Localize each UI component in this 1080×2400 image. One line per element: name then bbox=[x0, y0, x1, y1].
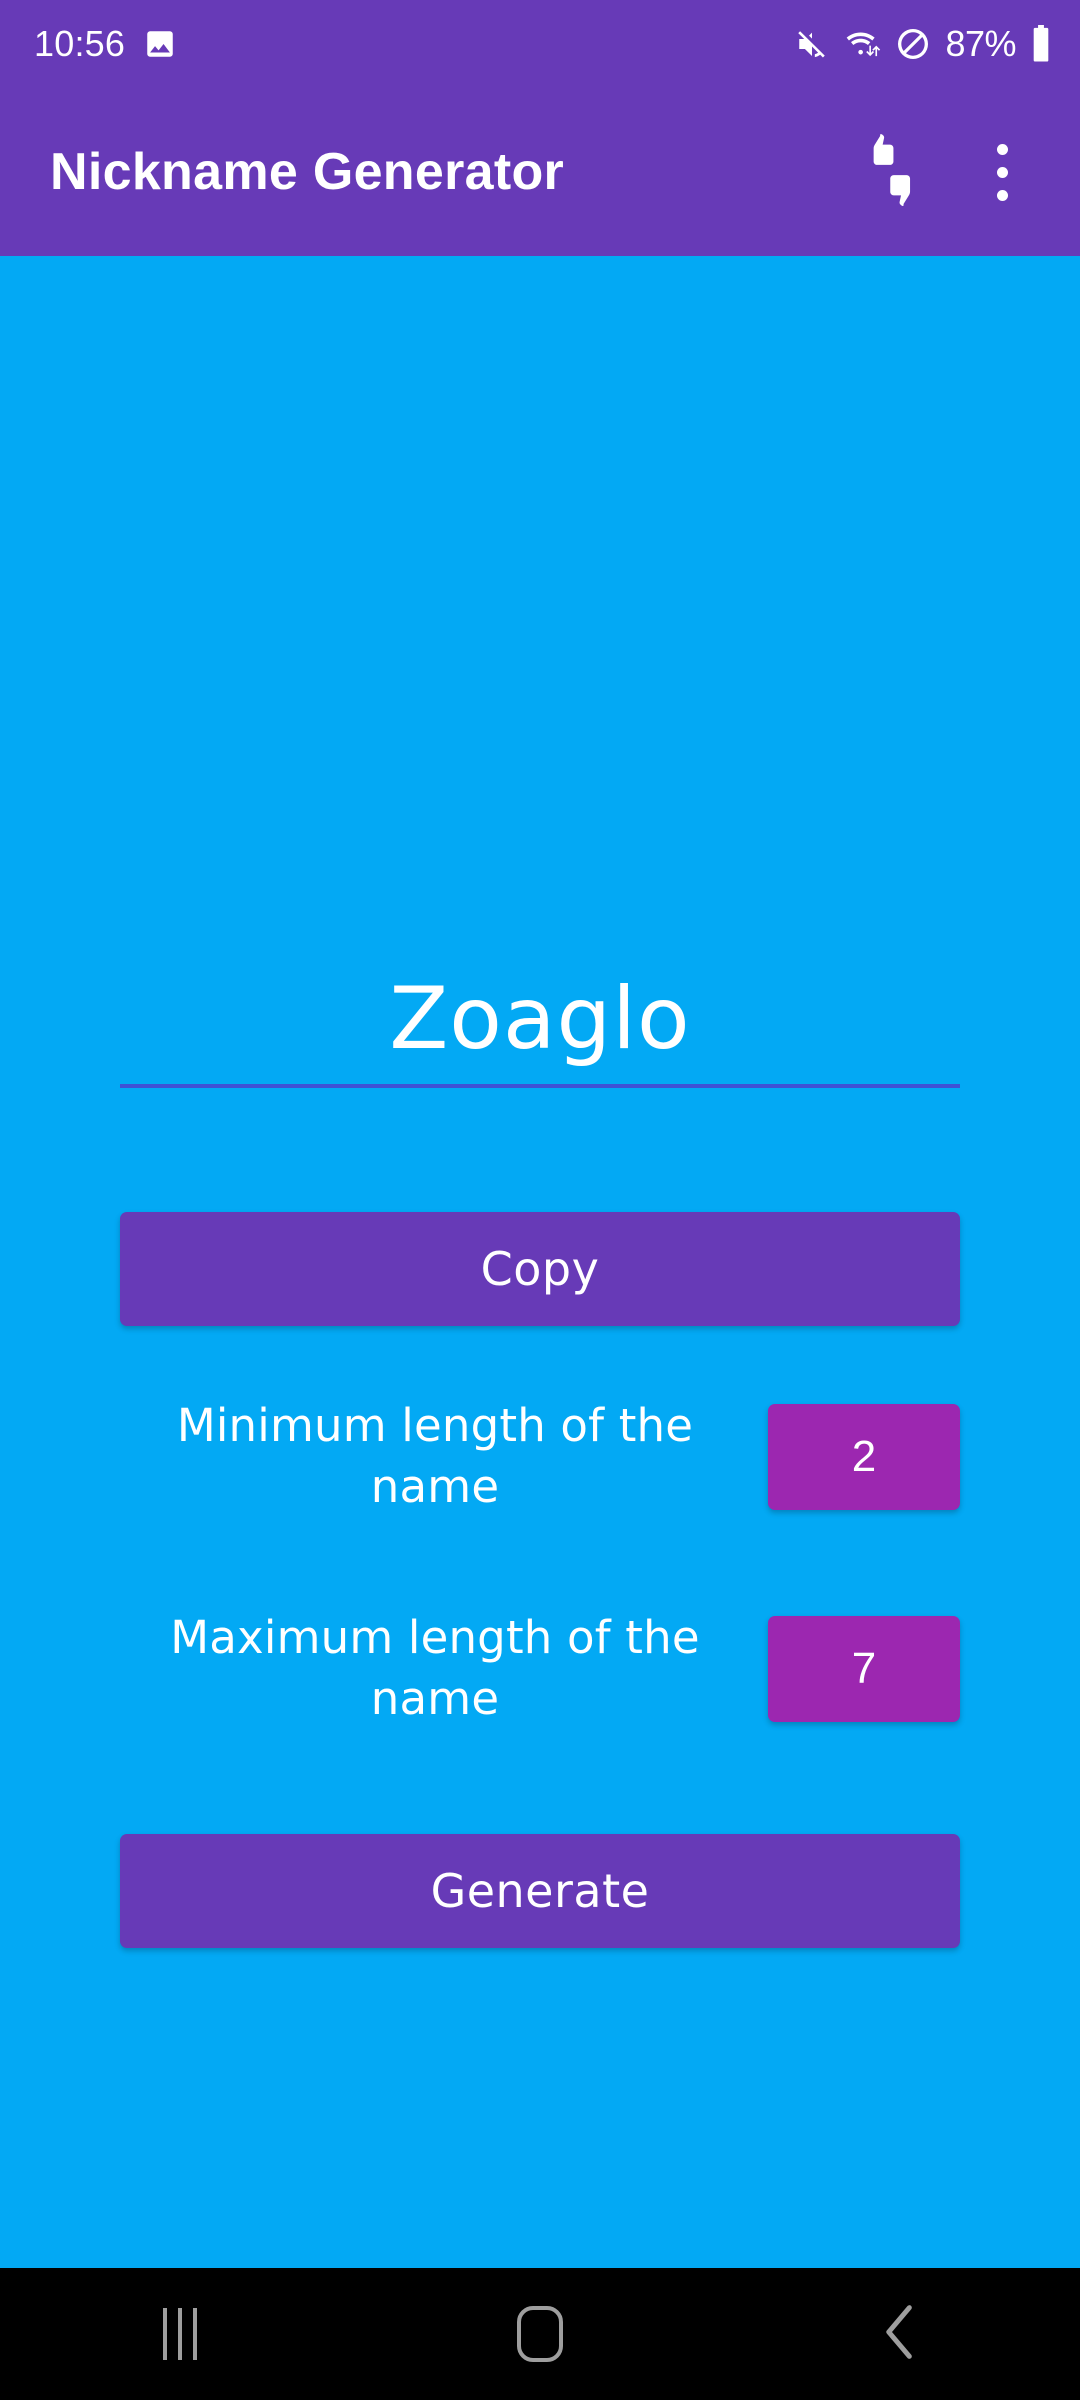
wifi-data-icon bbox=[843, 27, 881, 61]
status-clock: 10:56 bbox=[34, 23, 126, 64]
copy-button[interactable]: Copy bbox=[120, 1212, 960, 1326]
status-bar-left: 10:56 bbox=[34, 23, 177, 65]
nickname-value[interactable]: Zoaglo bbox=[120, 976, 960, 1084]
overflow-menu-button[interactable] bbox=[954, 124, 1050, 220]
app-screen: 10:56 87% Nickname Generator Zoaglo Copy… bbox=[0, 0, 1080, 2400]
minimum-length-label: Minimum length of the name bbox=[176, 1399, 694, 1513]
recents-icon bbox=[163, 2308, 197, 2360]
nav-home-button[interactable] bbox=[440, 2268, 640, 2400]
rate-app-button[interactable] bbox=[844, 124, 940, 220]
maximum-length-input[interactable]: 7 bbox=[768, 1615, 960, 1722]
nickname-field[interactable]: Zoaglo bbox=[120, 976, 960, 1088]
nav-recents-button[interactable] bbox=[80, 2268, 280, 2400]
status-bar-right: 87% bbox=[795, 23, 1052, 65]
image-icon bbox=[143, 27, 177, 61]
battery-percent-label: 87% bbox=[945, 23, 1016, 64]
thumbs-up-down-icon bbox=[854, 132, 930, 212]
back-icon bbox=[877, 2302, 923, 2366]
app-bar: Nickname Generator bbox=[0, 88, 1080, 256]
battery-icon bbox=[1030, 25, 1052, 63]
more-vertical-icon bbox=[996, 143, 1008, 201]
maximum-length-label: Maximum length of the name bbox=[170, 1611, 700, 1725]
do-not-disturb-icon bbox=[895, 26, 931, 62]
generate-button[interactable]: Generate bbox=[120, 1834, 960, 1948]
maximum-length-row: Maximum length of the name 7 bbox=[120, 1608, 960, 1730]
system-navigation-bar bbox=[0, 2268, 1080, 2400]
volume-off-icon bbox=[795, 27, 829, 61]
app-bar-actions bbox=[844, 124, 1050, 220]
minimum-length-input[interactable]: 2 bbox=[768, 1403, 960, 1510]
nav-back-button[interactable] bbox=[800, 2268, 1000, 2400]
status-bar: 10:56 87% bbox=[0, 0, 1080, 88]
nickname-underline bbox=[120, 1084, 960, 1088]
page-title: Nickname Generator bbox=[50, 143, 565, 201]
main-content: Zoaglo Copy Minimum length of the name 2… bbox=[0, 256, 1080, 2268]
minimum-length-row: Minimum length of the name 2 bbox=[120, 1396, 960, 1518]
home-icon bbox=[517, 2306, 563, 2362]
